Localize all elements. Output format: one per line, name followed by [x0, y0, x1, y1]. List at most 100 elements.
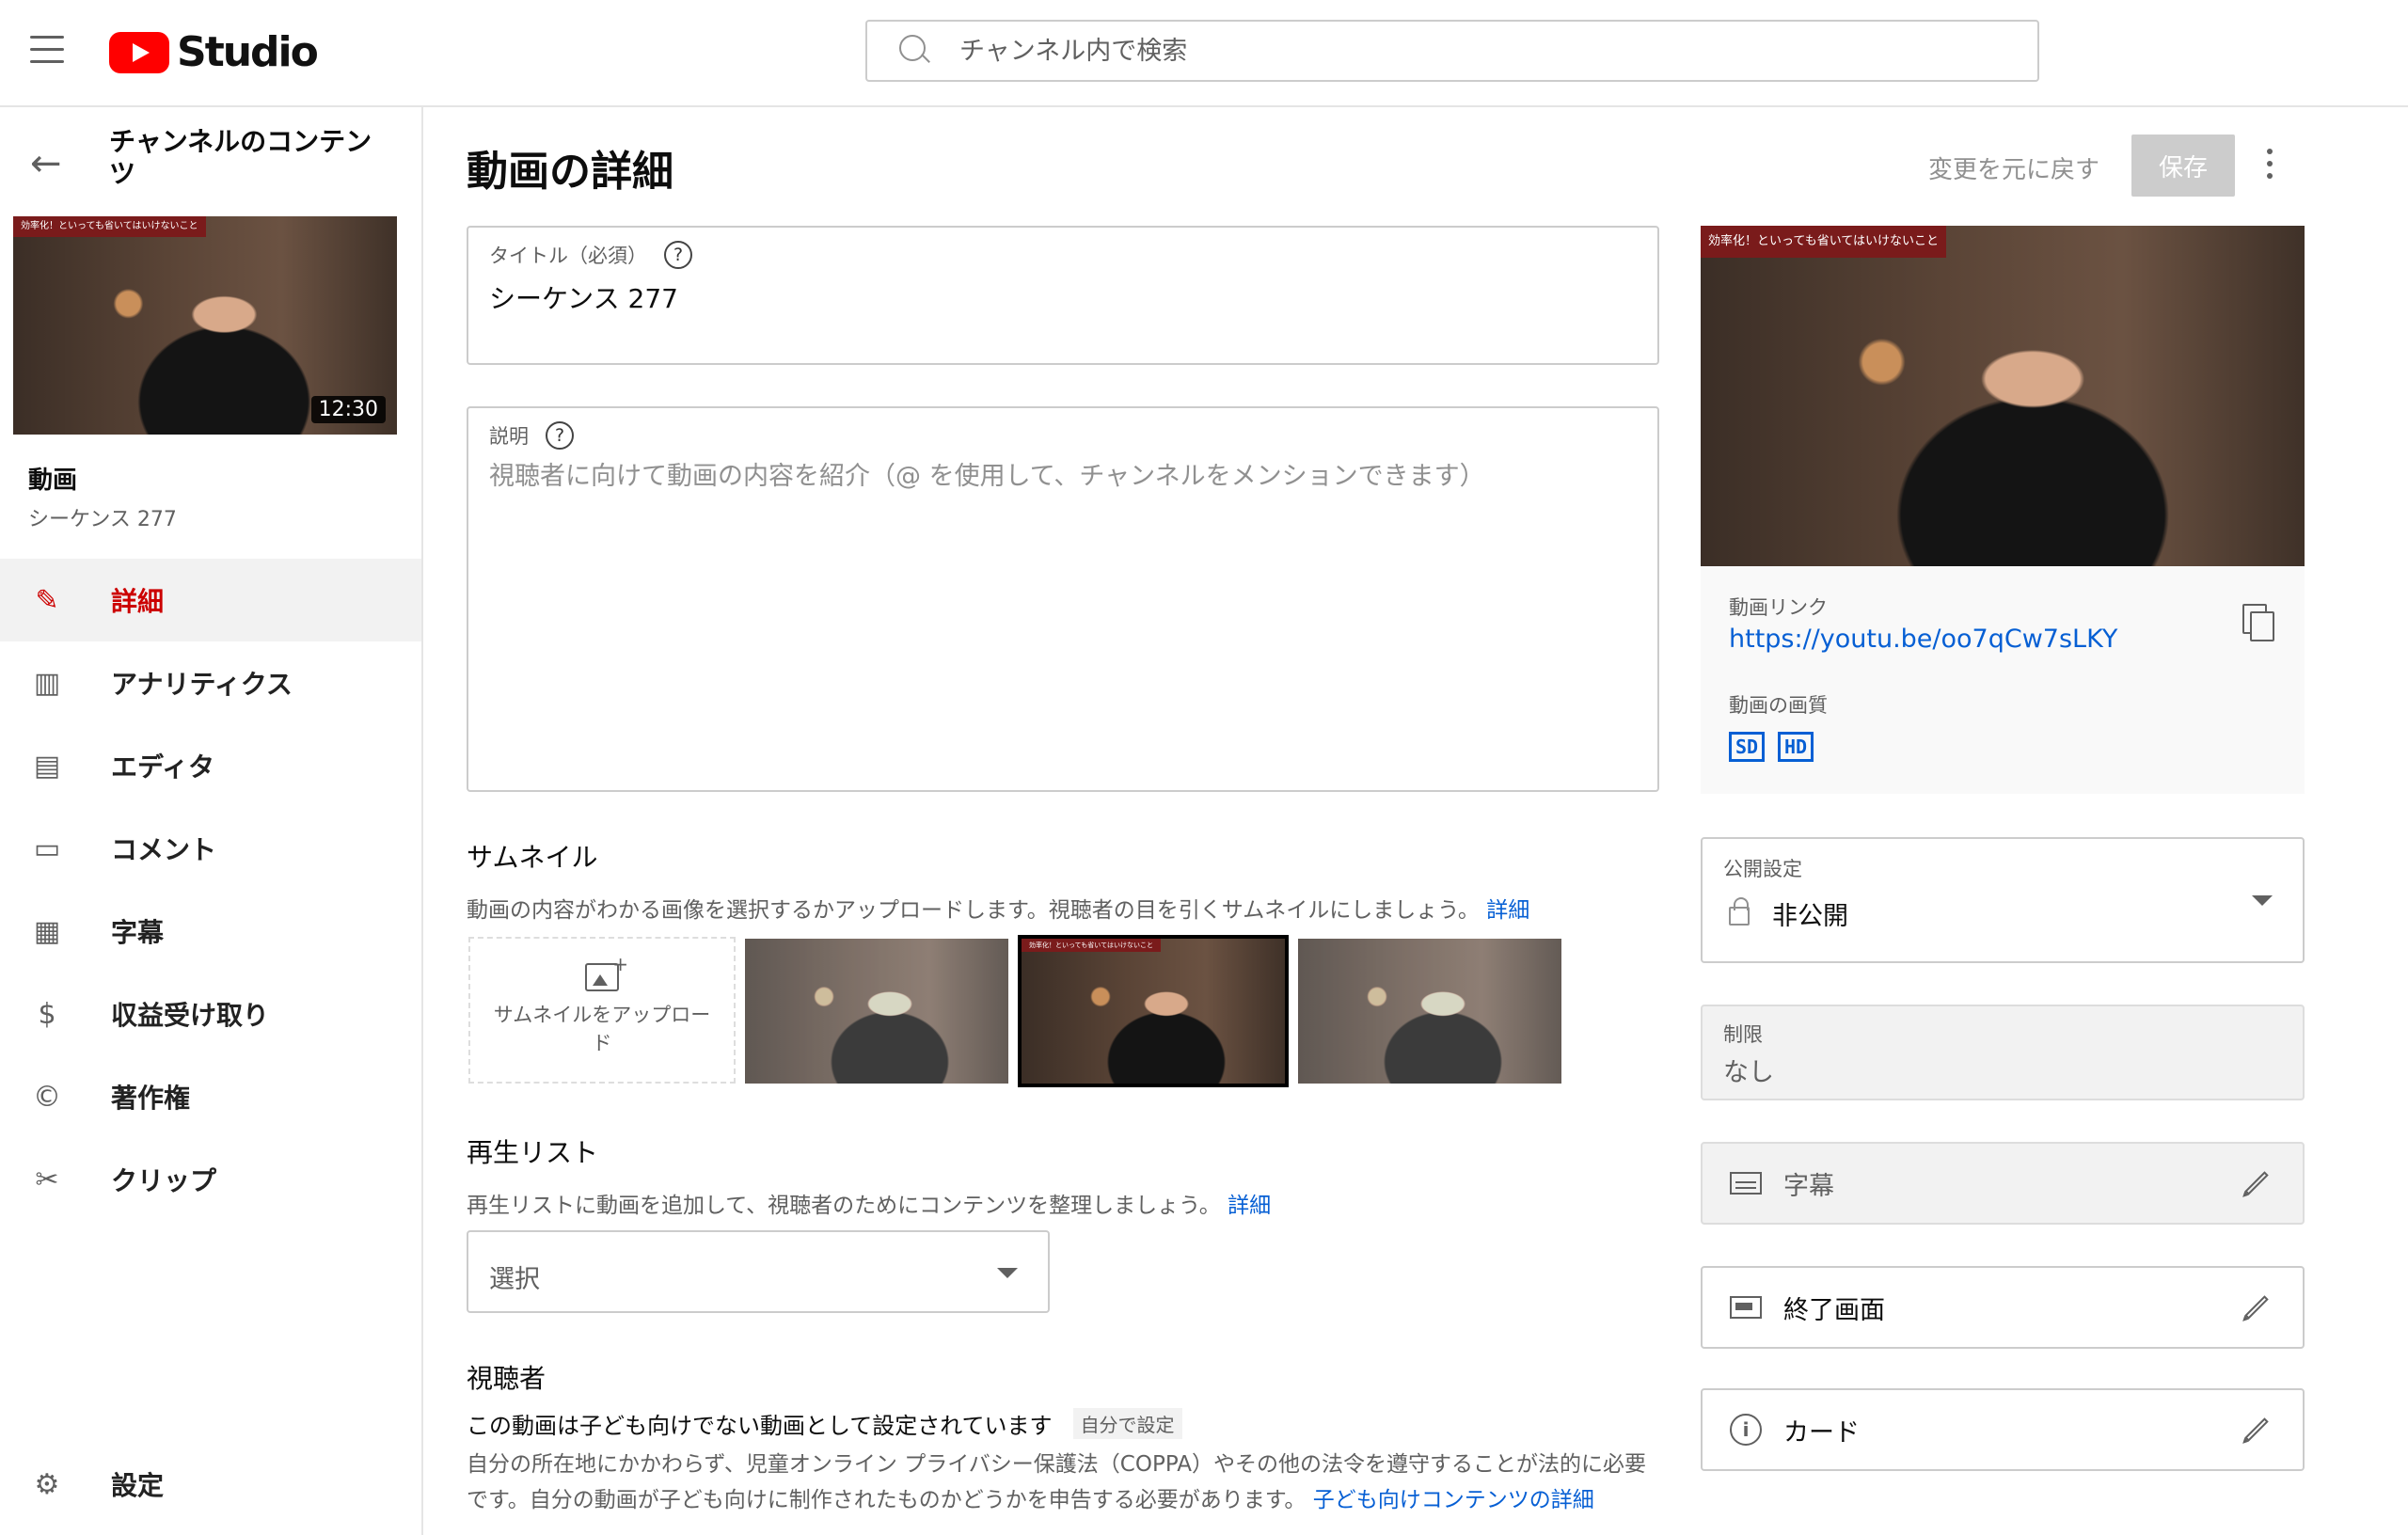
back-arrow-icon[interactable]: ←	[30, 145, 62, 182]
logo-text: Studio	[177, 28, 319, 76]
copy-icon[interactable]	[2242, 604, 2274, 641]
save-button[interactable]: 保存	[2131, 135, 2235, 197]
analytics-icon: ▥	[33, 666, 61, 700]
sidebar-item-analytics[interactable]: ▥ アナリティクス	[0, 641, 421, 724]
sidebar-item-settings[interactable]: ⚙ 設定	[0, 1443, 421, 1526]
video-preview-player[interactable]: 効率化！といっても省いてはいけないこと	[1701, 226, 2305, 566]
self-set-badge: 自分で設定	[1072, 1408, 1182, 1439]
end-screen-label: 終了画面	[1783, 1295, 1885, 1325]
sidebar-item-clips[interactable]: ✂ クリップ	[0, 1138, 421, 1221]
sidebar-item-copyright[interactable]: © 著作権	[0, 1055, 421, 1138]
end-screen-row: 終了画面	[1703, 1268, 2303, 1347]
cards-box[interactable]: i カード	[1701, 1388, 2305, 1471]
pencil-icon: ✎	[35, 583, 59, 617]
title-field[interactable]: タイトル（必須） ? シーケンス 277	[467, 226, 1659, 365]
comment-icon: ▭	[33, 831, 61, 865]
search-input[interactable]	[959, 36, 1994, 66]
visibility-select[interactable]: 公開設定 非公開	[1701, 837, 2305, 963]
thumbnail-learn-more-link[interactable]: 詳細	[1486, 898, 1529, 923]
kids-content-link[interactable]: 子ども向けコンテンツの詳細	[1313, 1488, 1594, 1512]
restriction-label: 制限	[1723, 1023, 1763, 1046]
preview-banner: 効率化！といっても省いてはいけないこと	[1701, 226, 1947, 258]
upload-thumbnail-label: サムネイルをアップロード	[493, 1004, 711, 1054]
thumbnail-option-selected[interactable]: 効率化！といっても省いてはいけないこと	[1018, 935, 1289, 1087]
search-icon[interactable]	[899, 35, 931, 67]
sidebar: ← チャンネルのコンテンツ 効率化！といっても省いてはいけないこと 12:30 …	[0, 107, 423, 1535]
description-field[interactable]: 説明 ? 視聴者に向けて動画の内容を紹介（@ を使用して、チャンネルをメンション…	[467, 406, 1659, 792]
sidebar-item-monetization[interactable]: $ 収益受け取り	[0, 973, 421, 1055]
studio-logo[interactable]: Studio	[109, 28, 319, 76]
info-icon-wrap: i	[1729, 1414, 1763, 1446]
chevron-down-icon	[2252, 895, 2273, 906]
subtitles-box[interactable]: 字幕	[1701, 1142, 2305, 1225]
visibility-value: 非公開	[1772, 902, 1848, 931]
description-label-text: 説明	[489, 425, 529, 448]
subtitles-label: 字幕	[1783, 1171, 1834, 1201]
restriction-box: 制限 なし	[1701, 1005, 2305, 1100]
sidebar-item-label: アナリティクス	[111, 669, 293, 700]
thumbnail-desc-text: 動画の内容がわかる画像を選択するかアップロードします。視聴者の目を引くサムネイル…	[467, 898, 1480, 923]
channel-content-title[interactable]: チャンネルのコンテンツ	[109, 126, 391, 190]
cards-label: カード	[1783, 1417, 1860, 1448]
audience-description: 自分の所在地にかかわらず、児童オンライン プライバシー保護法（COPPA）やその…	[467, 1447, 1661, 1518]
audience-section-title: 視聴者	[467, 1363, 547, 1394]
sidebar-item-label: コメント	[111, 834, 217, 865]
description-placeholder[interactable]: 視聴者に向けて動画の内容を紹介（@ を使用して、チャンネルをメンションできます）	[489, 455, 1485, 492]
chevron-down-icon	[997, 1268, 1018, 1278]
thumbnail-option[interactable]	[1298, 939, 1561, 1084]
restriction-value: なし	[1723, 1058, 1774, 1087]
sidebar-settings: ⚙ 設定	[0, 1443, 421, 1526]
undo-changes-button[interactable]: 変更を元に戻す	[1928, 150, 2099, 185]
thumbnail-image	[745, 939, 1008, 1084]
sidebar-item-label: 詳細	[111, 586, 165, 617]
playlist-select[interactable]: 選択	[467, 1230, 1050, 1313]
sidebar-item-label: 字幕	[111, 917, 165, 948]
more-options-icon[interactable]	[2263, 149, 2276, 182]
end-screen-box[interactable]: 終了画面	[1701, 1266, 2305, 1349]
playlist-section-desc: 再生リストに動画を追加して、視聴者のためにコンテンツを整理しましょう。 詳細	[467, 1187, 1271, 1219]
video-quality-label: 動画の画質	[1729, 694, 1828, 717]
sidebar-item-subtitles[interactable]: ▦ 字幕	[0, 890, 421, 973]
upload-thumbnail-button[interactable]: サムネイルをアップロード	[468, 937, 736, 1084]
description-field-label: 説明 ?	[489, 421, 574, 450]
subtitles-icon	[1730, 1172, 1762, 1195]
video-link[interactable]: https://youtu.be/oo7qCw7sLKY	[1729, 625, 2117, 654]
video-name: シーケンス 277	[28, 508, 177, 531]
playlist-learn-more-link[interactable]: 詳細	[1228, 1194, 1271, 1218]
video-link-label: 動画リンク	[1729, 596, 1828, 619]
sidebar-video-thumbnail[interactable]: 効率化！といっても省いてはいけないこと 12:30	[13, 216, 397, 435]
playlist-desc-text: 再生リストに動画を追加して、視聴者のためにコンテンツを整理しましょう。	[467, 1194, 1221, 1218]
info-icon: i	[1730, 1414, 1762, 1446]
sidebar-item-label: クリップ	[111, 1165, 217, 1196]
playlist-section-title: 再生リスト	[467, 1137, 599, 1168]
title-value[interactable]: シーケンス 277	[489, 278, 678, 316]
subtitles-row: 字幕	[1703, 1144, 2303, 1223]
title-label-text: タイトル（必須）	[489, 245, 647, 267]
thumbnail-option[interactable]	[745, 939, 1008, 1084]
copyright-icon: ©	[33, 1080, 61, 1114]
add-image-icon	[585, 950, 628, 991]
youtube-play-icon	[109, 31, 169, 73]
subtitles-icon: ▦	[33, 914, 61, 948]
audience-status: この動画は子ども向けでない動画として設定されています 自分で設定	[467, 1407, 1182, 1440]
end-screen-icon-wrap	[1729, 1294, 1763, 1321]
help-icon[interactable]: ?	[546, 421, 574, 450]
help-icon[interactable]: ?	[664, 241, 692, 269]
scissors-icon: ✂	[35, 1163, 59, 1196]
menu-icon[interactable]	[30, 36, 64, 64]
sidebar-item-editor[interactable]: ▤ エディタ	[0, 724, 421, 807]
title-field-label: タイトル（必須） ?	[489, 241, 692, 269]
search-bar[interactable]	[865, 20, 2039, 82]
hd-quality-badge: HD	[1778, 732, 1814, 762]
sidebar-item-comments[interactable]: ▭ コメント	[0, 807, 421, 890]
dollar-icon: $	[38, 997, 56, 1031]
video-label: 動画	[28, 467, 78, 495]
sidebar-item-details[interactable]: ✎ 詳細	[0, 559, 421, 641]
video-duration: 12:30	[310, 396, 386, 423]
sd-quality-badge: SD	[1729, 732, 1766, 762]
visibility-label: 公開設定	[1723, 858, 1802, 880]
playlist-select-value: 選択	[489, 1265, 540, 1294]
gear-icon: ⚙	[34, 1467, 60, 1501]
audience-status-text: この動画は子ども向けでない動画として設定されています	[467, 1413, 1053, 1439]
video-info-card: 効率化！といっても省いてはいけないこと 動画リンク https://youtu.…	[1701, 226, 2305, 794]
